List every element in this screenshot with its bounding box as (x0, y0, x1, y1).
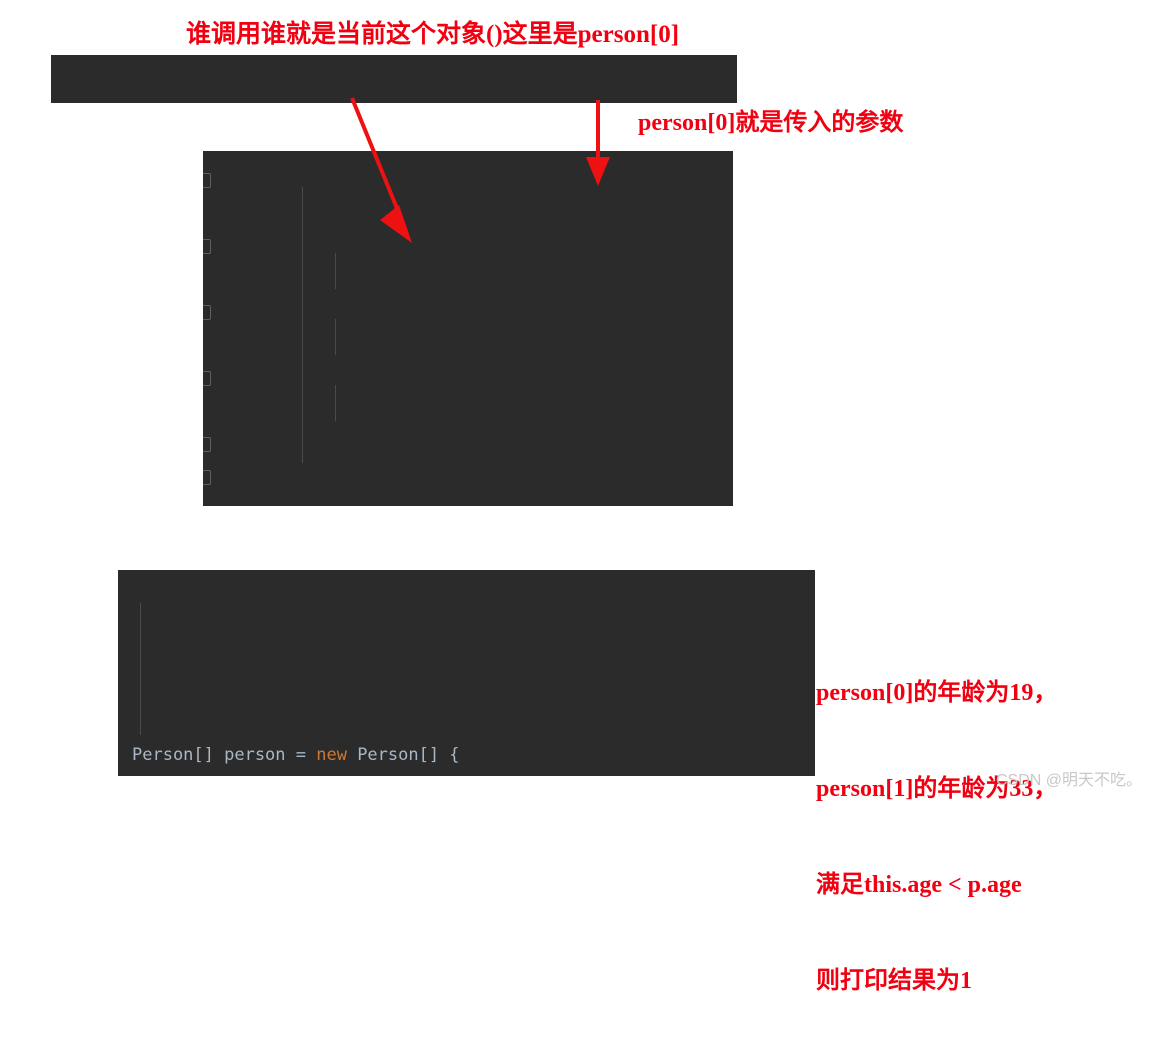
token-new-keyword: new (316, 745, 347, 765)
gutter-marker-icon[interactable] (203, 305, 211, 320)
indent-guide (335, 385, 336, 421)
gutter-marker-icon[interactable] (203, 173, 211, 188)
code-block-compareto-method[interactable]: public int compareTo(Object o) { Person … (203, 151, 733, 506)
indent-guide (335, 253, 336, 289)
gutter-marker-icon[interactable] (203, 437, 211, 452)
annotation-parameter-note: person[0]就是传入的参数 (638, 110, 904, 136)
indent-guide (140, 603, 141, 735)
indent-guide (335, 319, 336, 355)
token-array-type: Person[] person = (132, 745, 317, 765)
code-line-array-decl: Person[] person = new Person[] { (118, 739, 815, 772)
gutter-marker-icon[interactable] (203, 371, 211, 386)
annotation-explanation-line: 则打印结果为1 (816, 968, 972, 994)
annotation-explanation: person[0]的年龄为19， person[1]的年龄为33， 满足this… (816, 613, 1057, 1061)
code-block-person-array[interactable]: Person[] person = new Person[] { new Per… (118, 570, 815, 776)
annotation-explanation-line: person[0]的年龄为19， (816, 680, 1058, 706)
screenshot-canvas: 谁调用谁就是当前这个对象()这里是person[0] System.out.pr… (0, 0, 1156, 994)
code-block-println[interactable]: System.out.println(person[0].compareTo(p… (51, 55, 737, 103)
gutter-marker-icon[interactable] (203, 239, 211, 254)
csdn-watermark: CSDN @明天不吃。 (995, 772, 1142, 789)
annotation-explanation-line: 满足this.age < p.age (816, 872, 1022, 898)
annotation-caller-note: 谁调用谁就是当前这个对象()这里是person[0] (186, 21, 680, 48)
token-array-rest: Person[] { (346, 745, 460, 765)
indent-guide (302, 187, 303, 463)
gutter-marker-icon[interactable] (203, 470, 211, 485)
